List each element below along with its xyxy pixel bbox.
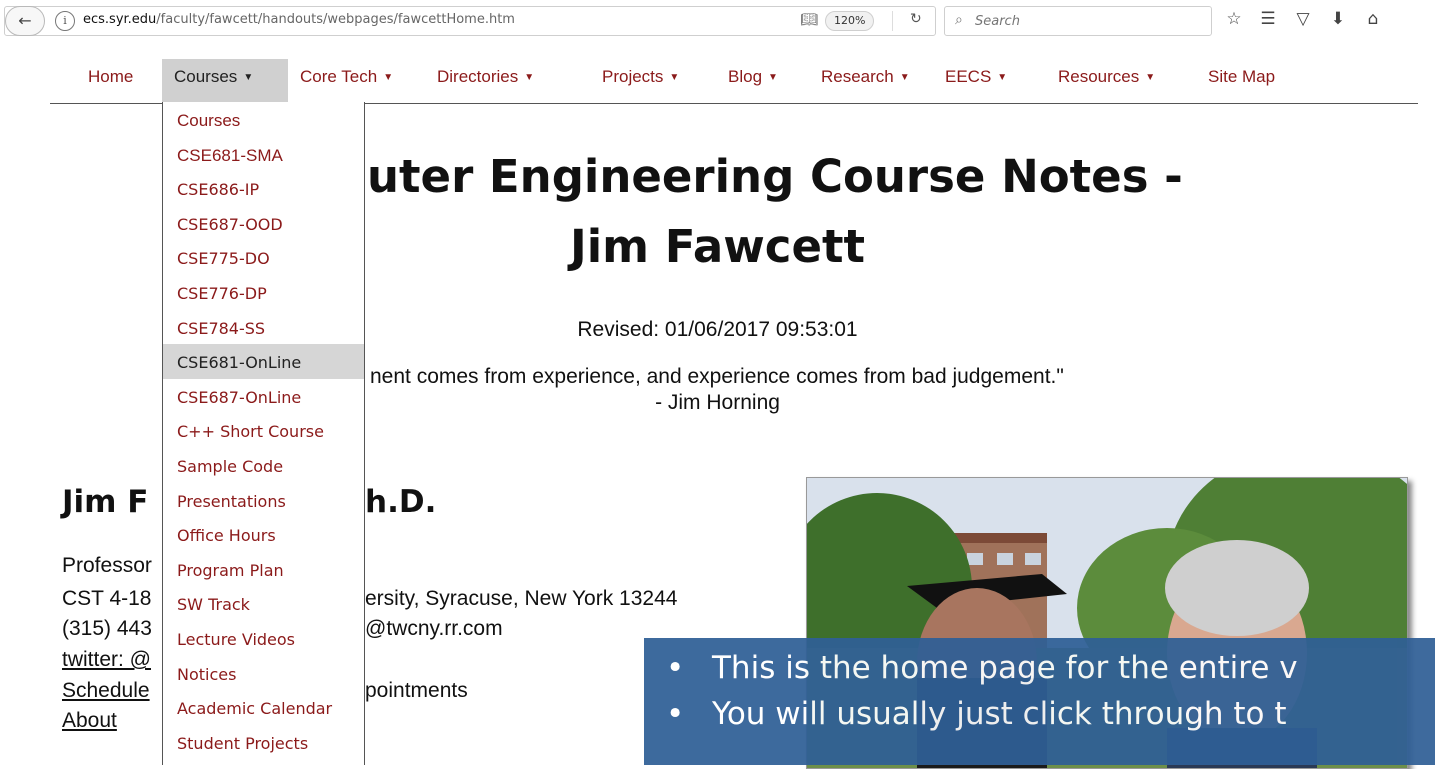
nav-projects[interactable]: Projects ▼ [590,59,710,103]
search-input[interactable] [973,11,1197,31]
caret-down-icon: ▼ [768,72,778,83]
menu-item-cse681-online[interactable]: CSE681-OnLine [163,344,364,379]
url-path: /faculty/fawcett/handouts/webpages/fawce… [156,12,515,27]
menu-item-cse681-sma[interactable]: CSE681-SMA [163,137,364,172]
menu-item-cse775-do[interactable]: CSE775-DO [163,240,364,275]
nav-label: Blog [728,67,763,86]
nav-eecs[interactable]: EECS ▼ [933,59,1028,103]
menu-item-program-plan[interactable]: Program Plan [163,552,364,587]
nav-label: EECS [945,67,992,86]
info-text: About [62,709,117,732]
caret-down-icon: ▼ [524,72,535,83]
slide-callout: • This is the home page for the entire v … [644,638,1435,765]
search-icon: ⌕ [955,12,963,28]
menu-item-cse687-online[interactable]: CSE687-OnLine [163,379,364,414]
about-link[interactable]: About [62,709,117,733]
info-title: Professor [62,554,152,578]
reload-icon[interactable]: ↻ [910,11,922,27]
info-text: pointments [365,679,468,702]
nav-directories[interactable]: Directories ▼ [425,59,575,103]
bookmark-star-icon[interactable]: ☆ [1223,9,1245,29]
nav-label: Courses [174,67,238,86]
back-arrow-icon: ← [18,11,32,30]
caret-down-icon: ▼ [669,72,680,83]
callout-bullet: • You will usually just click through to … [666,696,1287,732]
nav-label: Core Tech [300,67,378,86]
nav-courses[interactable]: Courses ▼ [162,59,288,103]
url-domain: ecs.syr.edu [83,12,157,27]
back-button[interactable]: ← [5,6,45,36]
nav-label: Projects [602,67,664,86]
email-link[interactable]: @twcny.rr.com [365,617,503,641]
nav-label: Research [821,67,894,86]
url-text[interactable]: ecs.syr.edu/faculty/fawcett/handouts/web… [83,12,515,27]
caret-down-icon: ▼ [243,72,254,83]
profile-name-left: Jim F [62,484,149,520]
menu-item-student-projects[interactable]: Student Projects [163,725,364,760]
nav-blog[interactable]: Blog ▼ [716,59,806,103]
menu-item-cse776-dp[interactable]: CSE776-DP [163,275,364,310]
info-text: twitter: @ [62,648,151,671]
browser-toolbar: ← i ecs.syr.edu/faculty/fawcett/handouts… [0,0,1435,38]
bullet-text: You will usually just click through to t [712,696,1287,732]
menu-item-lecture-videos[interactable]: Lecture Videos [163,621,364,656]
zoom-level-badge[interactable]: 120% [825,11,875,31]
twitter-link[interactable]: twitter: @ [62,648,151,672]
nav-site-map[interactable]: Site Map [1196,59,1296,103]
bullet-text: This is the home page for the entire v [712,650,1298,686]
nav-label: Resources [1058,67,1140,86]
address-bar[interactable]: ← i ecs.syr.edu/faculty/fawcett/handouts… [4,6,936,36]
nav-label: Directories [437,67,519,86]
site-nav: Home Courses ▼ Core Tech ▼ Directories ▼ Pr… [50,59,1418,104]
library-icon[interactable]: ☰ [1257,9,1279,29]
menu-item-sw-track[interactable]: SW Track [163,586,364,621]
menu-item-cse687-ood[interactable]: CSE687-OOD [163,206,364,241]
info-icon[interactable]: i [55,11,75,31]
menu-item-academic-calendar[interactable]: Academic Calendar [163,690,364,725]
info-text: (315) 443 [62,617,152,640]
reader-view-icon[interactable]: 📖︎ [800,12,818,28]
info-text: Schedule [62,679,150,702]
pocket-icon[interactable]: ▽ [1292,9,1314,29]
callout-bullet: • This is the home page for the entire v [666,650,1298,686]
info-text: Professor [62,554,152,577]
caret-down-icon: ▼ [1145,72,1156,83]
bullet-dot: • [666,650,685,686]
nav-label: Site Map [1208,67,1276,86]
home-icon[interactable]: ⌂ [1362,9,1384,29]
nav-label: Home [88,67,134,86]
menu-item-cse686-ip[interactable]: CSE686-IP [163,171,364,206]
divider [892,11,893,31]
info-text: CST 4-18 [62,587,152,610]
bullet-dot: • [666,696,685,732]
menu-item-cse784-ss[interactable]: CSE784-SS [163,310,364,345]
download-icon[interactable]: ⬇ [1327,9,1349,29]
caret-down-icon: ▼ [997,72,1008,83]
nav-resources[interactable]: Resources ▼ [1046,59,1186,103]
caret-down-icon: ▼ [383,72,394,83]
profile-name: Jim F h.D. [62,484,436,520]
search-bar[interactable]: ⌕ [944,6,1212,36]
info-text: ersity, Syracuse, New York 13244 [365,587,678,610]
caret-down-icon: ▼ [899,72,910,83]
courses-dropdown-menu: Courses CSE681-SMA CSE686-IP CSE687-OOD … [162,102,365,765]
menu-item-office-hours[interactable]: Office Hours [163,517,364,552]
nav-core-tech[interactable]: Core Tech ▼ [288,59,428,103]
menu-item-notices[interactable]: Notices [163,656,364,691]
menu-item-presentations[interactable]: Presentations [163,483,364,518]
menu-item-courses[interactable]: Courses [163,102,364,137]
menu-item-cpp-short-course[interactable]: C++ Short Course [163,413,364,448]
profile-name-right: h.D. [365,484,437,520]
menu-item-sample-code[interactable]: Sample Code [163,448,364,483]
nav-research[interactable]: Research ▼ [809,59,934,103]
